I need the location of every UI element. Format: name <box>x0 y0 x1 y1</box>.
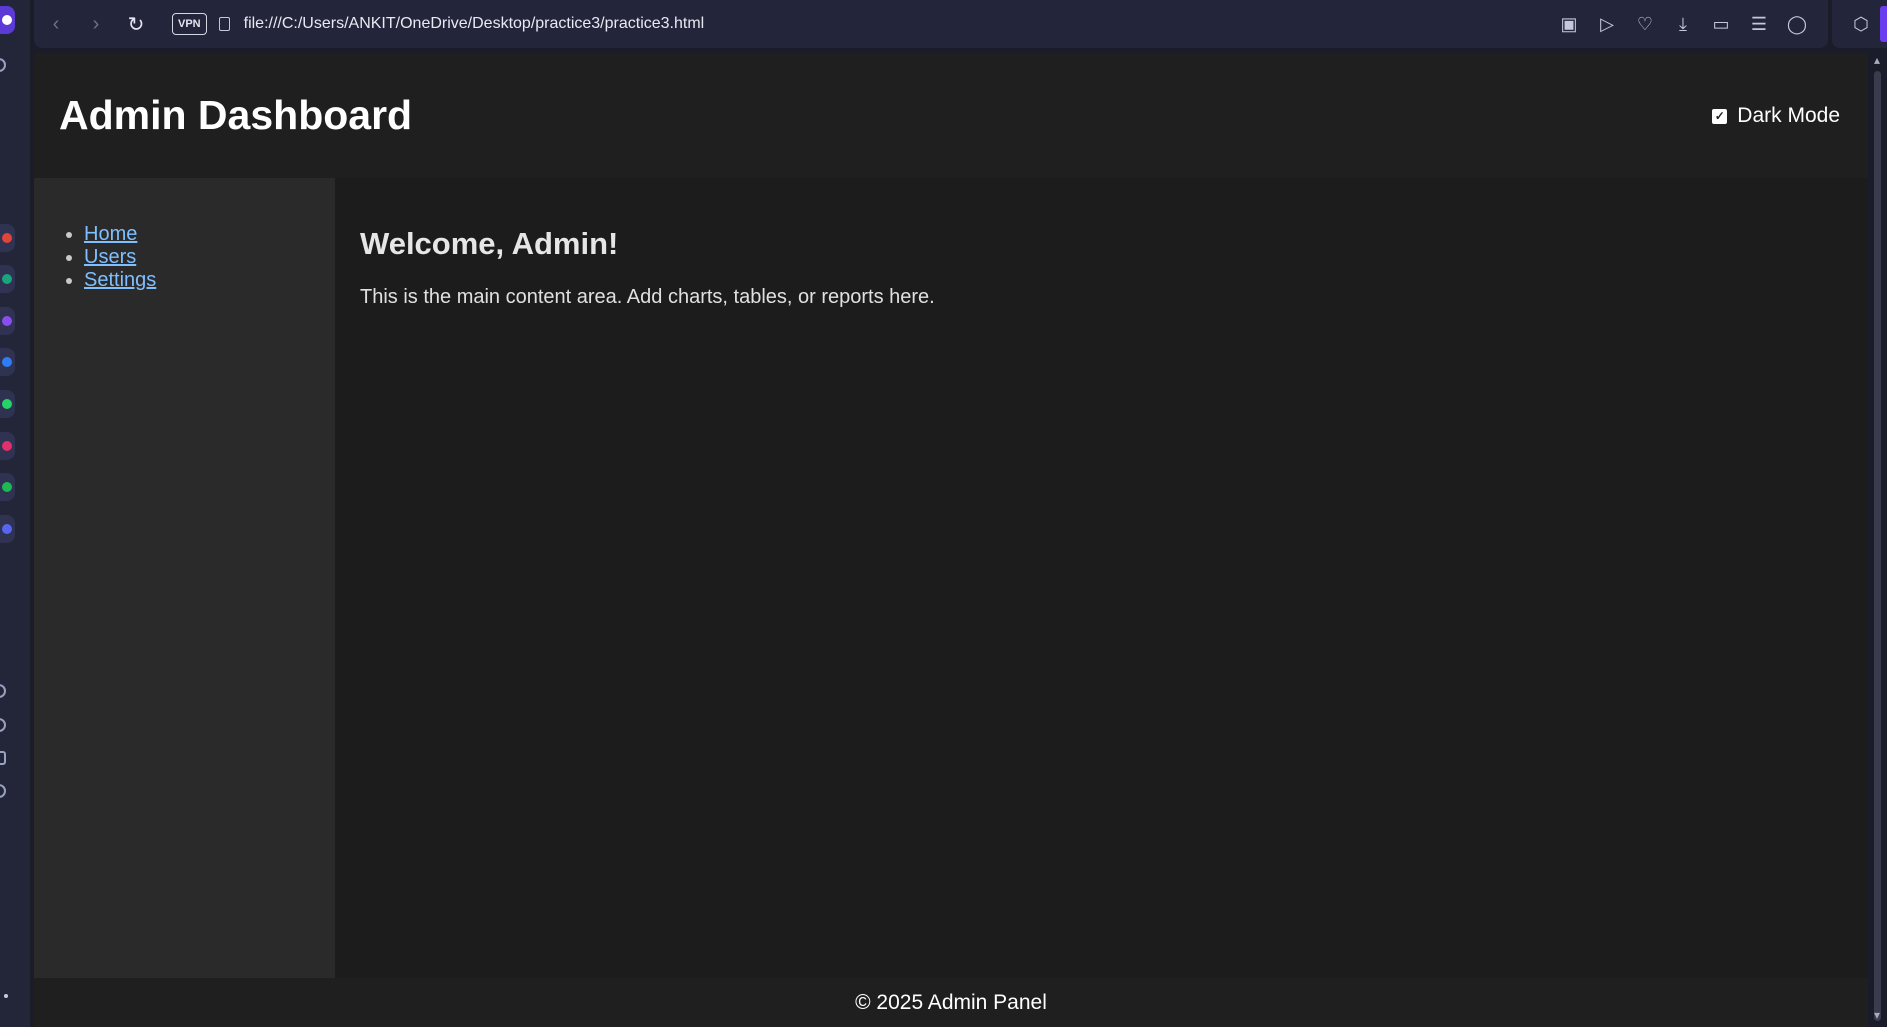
dark-mode-label: Dark Mode <box>1737 104 1840 127</box>
profile-icon[interactable]: ◯ <box>1780 7 1814 41</box>
home-link[interactable]: Home <box>84 223 137 245</box>
address-bar[interactable]: file:///C:/Users/ANKIT/OneDrive/Desktop/… <box>244 15 705 33</box>
toolbar-icons: ▣ ▷ ♡ ⤓ ▭ ☰ ◯ <box>1552 0 1814 48</box>
users-link[interactable]: Users <box>84 246 136 268</box>
sidebar-app-chatgpt[interactable] <box>0 265 15 293</box>
sidebar-app-whatsapp[interactable] <box>0 390 15 418</box>
sidebar-nav: Home Users Settings <box>84 223 156 292</box>
easy-setup-icon[interactable]: ☰ <box>1742 7 1776 41</box>
dashboard-sidebar: Home Users Settings <box>34 178 335 978</box>
main-content: Welcome, Admin! This is the main content… <box>335 178 1868 978</box>
sidebar-app-instagram[interactable] <box>0 432 15 460</box>
page-viewport: Admin Dashboard ✓ Dark Mode Home Users S… <box>34 53 1868 1027</box>
sidebar-item-home: Home <box>84 223 156 246</box>
extensions-area: ⬡ <box>1832 0 1887 48</box>
battery-saver-icon[interactable]: ▭ <box>1704 7 1738 41</box>
page-title: Admin Dashboard <box>59 92 413 138</box>
main-description: This is the main content area. Add chart… <box>360 286 935 308</box>
sidebar-app-red[interactable] <box>0 224 15 252</box>
extensions-icon[interactable] <box>0 751 6 765</box>
notifications-icon[interactable] <box>0 784 6 798</box>
more-icon[interactable] <box>4 994 8 998</box>
sidebar-item-settings: Settings <box>84 269 156 292</box>
site-header: Admin Dashboard ✓ Dark Mode <box>34 53 1868 178</box>
browser-sidebar <box>0 0 30 1027</box>
camera-icon[interactable]: ▣ <box>1552 7 1586 41</box>
reload-icon[interactable]: ↻ <box>118 6 154 42</box>
site-footer: © 2025 Admin Panel <box>34 978 1868 1027</box>
cube-icon[interactable]: ⬡ <box>1844 7 1878 41</box>
sidebar-app-purple[interactable] <box>0 307 15 335</box>
page-scrollbar[interactable]: ▴ ▾ <box>1868 53 1887 1027</box>
welcome-heading: Welcome, Admin! <box>360 226 619 261</box>
scroll-thumb[interactable] <box>1874 71 1881 1021</box>
accent-bar <box>1880 6 1887 42</box>
dark-mode-toggle[interactable]: ✓ Dark Mode <box>1712 104 1840 128</box>
sidebar-app-blue[interactable] <box>0 515 15 543</box>
opera-home-button[interactable] <box>0 6 15 34</box>
clock-icon[interactable] <box>0 718 6 732</box>
scroll-up-icon[interactable]: ▴ <box>1871 53 1883 67</box>
sidebar-app-messenger[interactable] <box>0 348 15 376</box>
download-icon[interactable]: ⤓ <box>1666 7 1700 41</box>
vpn-badge[interactable]: VPN <box>172 13 207 35</box>
heart-icon[interactable]: ♡ <box>1628 7 1662 41</box>
browser-toolbar: ‹ › ↻ VPN file:///C:/Users/ANKIT/OneDriv… <box>34 0 1828 48</box>
history-icon[interactable] <box>0 684 6 698</box>
sidebar-item-users: Users <box>84 246 156 269</box>
back-icon[interactable]: ‹ <box>38 6 74 42</box>
play-icon[interactable]: ▷ <box>1590 7 1624 41</box>
pinboard-icon[interactable] <box>0 58 6 72</box>
scroll-down-icon[interactable]: ▾ <box>1871 1008 1883 1022</box>
sidebar-app-spotify[interactable] <box>0 473 15 501</box>
settings-link[interactable]: Settings <box>84 269 156 291</box>
page-info-icon[interactable] <box>218 17 230 31</box>
forward-icon[interactable]: › <box>78 6 114 42</box>
dark-mode-checkbox[interactable]: ✓ <box>1712 108 1728 124</box>
